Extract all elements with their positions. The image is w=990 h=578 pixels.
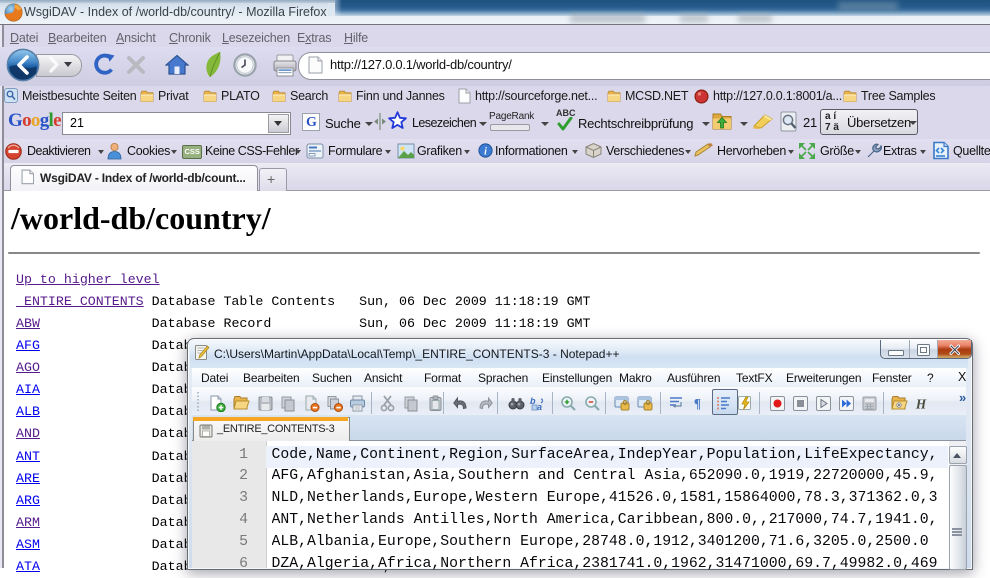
svg-text:¶: ¶ <box>694 396 701 411</box>
svg-text:i: i <box>484 146 487 157</box>
svg-text:b: b <box>530 396 536 406</box>
svg-text:H: H <box>915 396 927 411</box>
